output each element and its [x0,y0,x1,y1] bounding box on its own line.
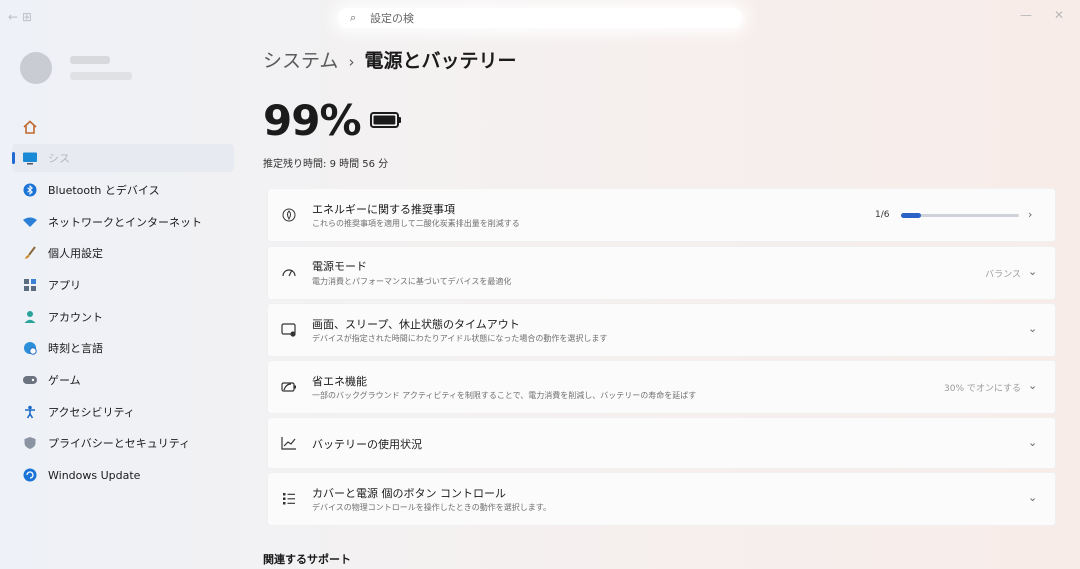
sidebar-item-privacy-security[interactable]: プライバシーとセキュリティ [12,429,234,457]
card-title: 省エネ機能 [312,375,367,388]
apps-icon [20,278,40,292]
card-description: デバイスの物理コントロールを操作したときの動作を選択します。 [312,503,551,512]
selection-indicator [12,152,15,164]
screen-sleep-timeout-card[interactable]: 画面、スリープ、休止状態のタイムアウト デバイスが指定された時間にわたりアイドル… [267,303,1056,357]
sidebar-item-time-language[interactable]: 時刻と言語 [12,334,234,362]
list-icon [278,488,300,510]
globe-clock-icon [20,341,40,355]
card-description: 一部のバックグラウンド アクティビティを制限することで、電力消費を削減し、バッテ… [312,391,697,400]
sidebar-item-label: プライバシーとセキュリティ [48,437,191,450]
avatar [20,52,52,84]
battery-icon [370,112,401,128]
title-bar: ← ⊞ ⌕ 設定の検 — ✕ [0,0,1080,36]
lid-power-buttons-card[interactable]: カバーと電源 個のボタン コントロール デバイスの物理コントロールを操作したとき… [267,472,1056,526]
sidebar-item-label: ゲーム [48,374,81,387]
sidebar-item-label: ネットワークとインターネット [48,216,202,229]
page-title: 電源とバッテリー [364,50,517,72]
user-account-redacted [70,72,132,80]
chevron-down-icon: ⌄ [1028,322,1038,335]
breadcrumb-parent[interactable]: システム [263,50,338,72]
related-support-heading: 関連するサポート [263,553,351,566]
wifi-icon [20,216,40,228]
bluetooth-icon [20,183,40,197]
breadcrumb: システム › 電源とバッテリー [263,46,516,73]
sidebar: シス Bluetooth とデバイス ネットワークとインターネット 個人用設定 … [0,36,235,569]
chevron-down-icon: ⌄ [1028,491,1038,504]
recommendations-progress-bar [901,213,1019,218]
power-mode-card[interactable]: 電源モード 電力消費とパフォーマンスに基づいてデバイスを最適化 バランス ⌄ [267,246,1056,300]
sidebar-item-home[interactable] [12,113,234,141]
breadcrumb-separator: › [348,53,355,71]
sidebar-item-network[interactable]: ネットワークとインターネット [12,208,234,236]
sidebar-item-bluetooth[interactable]: Bluetooth とデバイス [12,176,234,204]
sidebar-item-label: アカウント [48,311,103,324]
account-icon [20,310,40,324]
user-name-redacted [70,56,110,64]
sidebar-item-apps[interactable]: アプリ [12,271,234,299]
sidebar-item-label: シス [48,152,70,165]
search-input[interactable]: 設定の検 [370,10,414,26]
screen-sleep-icon [278,319,300,341]
card-title: バッテリーの使用状況 [312,438,422,451]
sidebar-item-accounts[interactable]: アカウント [12,303,234,331]
update-icon [20,468,40,482]
remaining-time: 推定残り時間: 9 時間 56 分 [263,155,388,170]
search-icon: ⌕ [350,11,357,24]
back-button[interactable]: ← ⊞ [8,10,32,24]
progress-label: 1/6 [875,210,890,220]
sidebar-item-label: Bluetooth とデバイス [48,184,160,197]
leaf-icon [278,204,300,226]
battery-usage-card[interactable]: バッテリーの使用状況 ⌄ [267,417,1056,469]
sidebar-item-label: アクセシビリティ [48,406,135,419]
card-title: 画面、スリープ、休止状態のタイムアウト [312,318,520,331]
progress-fill [901,213,921,218]
power-mode-dropdown[interactable]: バランス [985,267,1021,280]
minimize-button[interactable]: — [1020,8,1032,22]
chevron-down-icon: ⌄ [1028,436,1038,449]
accessibility-icon [20,405,40,419]
card-description: デバイスが指定された時間にわたりアイドル状態になった場合の動作を選択します [312,334,608,343]
card-description: これらの推奨事項を適用して二酸化炭素排出量を削減する [312,219,520,228]
remaining-time-label: 推定残り時間: [263,159,327,170]
remaining-time-value: 9 時間 56 分 [329,159,389,170]
close-button[interactable]: ✕ [1054,8,1064,22]
sidebar-item-system[interactable]: シス [12,144,234,172]
chevron-down-icon: ⌄ [1028,265,1038,278]
gamepad-icon [20,374,40,386]
battery-saver-card[interactable]: 省エネ機能 一部のバックグラウンド アクティビティを制限することで、電力消費を削… [267,360,1056,414]
sidebar-item-windows-update[interactable]: Windows Update [12,461,234,489]
sidebar-item-gaming[interactable]: ゲーム [12,366,234,394]
chevron-down-icon: ⌄ [1028,379,1038,392]
chart-icon [278,432,300,454]
sidebar-item-label: アプリ [48,279,81,292]
sidebar-item-label: 時刻と言語 [48,342,103,355]
energy-recommendations-card[interactable]: エネルギーに関する推奨事項 これらの推奨事項を適用して二酸化炭素排出量を削減する… [267,188,1056,242]
sidebar-item-accessibility[interactable]: アクセシビリティ [12,398,234,426]
sidebar-item-label: 個人用設定 [48,247,103,260]
battery-saver-dropdown[interactable]: 30% でオンにする [944,381,1021,394]
card-title: エネルギーに関する推奨事項 [312,203,455,216]
card-title: カバーと電源 個のボタン コントロール [312,487,506,500]
battery-percentage: 99% [263,96,362,145]
sidebar-item-personalization[interactable]: 個人用設定 [12,239,234,267]
card-title: 電源モード [312,260,367,273]
shield-icon [20,436,40,450]
system-icon [20,151,40,165]
home-icon [20,119,40,135]
search-box[interactable]: ⌕ 設定の検 [338,8,742,28]
power-mode-icon [278,261,300,283]
battery-saver-icon [278,376,300,398]
sidebar-item-label: Windows Update [48,468,141,482]
chevron-right-icon: › [1028,208,1033,221]
brush-icon [20,246,40,260]
card-description: 電力消費とパフォーマンスに基づいてデバイスを最適化 [312,277,512,286]
